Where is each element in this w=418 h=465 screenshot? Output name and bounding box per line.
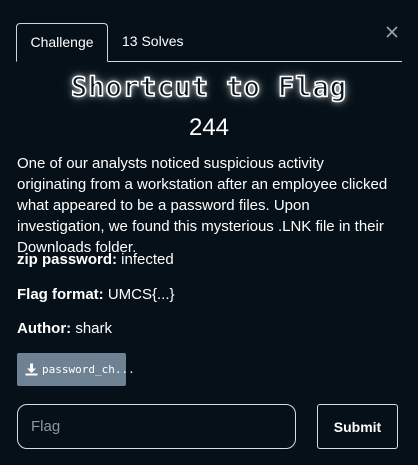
author-value: shark [71, 320, 113, 337]
download-icon [25, 363, 38, 376]
flag-format-value: UMCS{...} [103, 286, 175, 303]
tab-challenge[interactable]: Challenge [16, 23, 108, 62]
close-icon[interactable] [384, 24, 400, 40]
flag-input[interactable] [17, 404, 296, 449]
challenge-title: Shortcut to Flag [70, 71, 348, 104]
tab-bar: Challenge 13 Solves [16, 23, 402, 62]
zip-password: zip password: infected [17, 251, 174, 268]
zip-password-label: zip password: [17, 251, 118, 268]
challenge-modal: Challenge 13 Solves Shortcut to Flag 244… [0, 0, 418, 465]
zip-password-value: infected [117, 251, 174, 268]
download-file-button[interactable]: password_ch... [17, 353, 135, 386]
author: Author: shark [17, 320, 112, 337]
challenge-value: 244 [188, 114, 230, 141]
author-label: Author: [17, 320, 72, 337]
flag-format: Flag format: UMCS{...} [17, 286, 175, 303]
tab-solves[interactable]: 13 Solves [122, 23, 183, 60]
submit-button[interactable]: Submit [317, 404, 398, 449]
download-file-label: password_ch... [42, 363, 135, 376]
challenge-description: One of our analysts noticed suspicious a… [17, 155, 388, 256]
flag-format-label: Flag format: [17, 286, 104, 303]
